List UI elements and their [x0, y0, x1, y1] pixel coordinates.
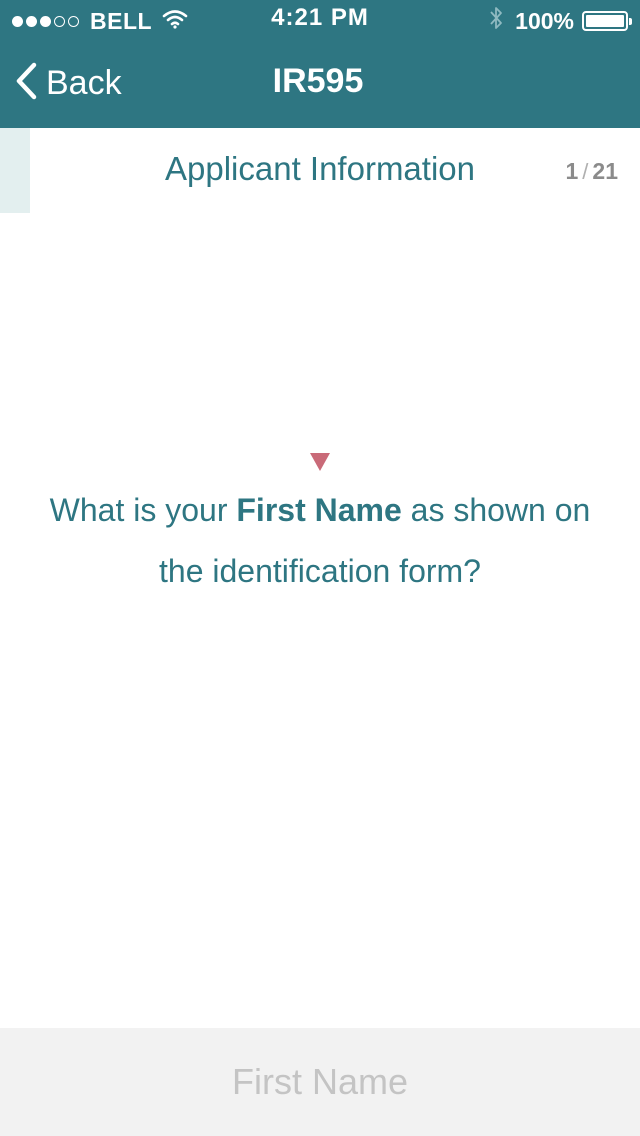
page-title: IR595 — [272, 62, 364, 100]
first-name-input[interactable] — [0, 1028, 640, 1136]
step-total: 21 — [592, 158, 618, 184]
status-bar: BELL 4:21 PM 100% — [0, 0, 640, 40]
battery-icon — [582, 11, 632, 31]
question-text: What is your First Name as shown on the … — [40, 480, 600, 602]
top-bar: BELL 4:21 PM 100% Back IR595 — [0, 0, 640, 128]
step-counter: 1 / 21 — [565, 158, 618, 185]
step-separator: / — [582, 159, 589, 184]
battery-percent: 100% — [515, 7, 574, 34]
question-emphasis: First Name — [236, 492, 402, 528]
status-right: 100% — [489, 5, 632, 37]
navigation-bar: Back IR595 — [0, 40, 640, 128]
question-prefix: What is your — [49, 492, 237, 528]
section-title: Applicant Information — [164, 150, 475, 187]
step-current: 1 — [565, 158, 579, 184]
bluetooth-icon — [489, 5, 503, 37]
question-pointer-icon — [310, 453, 330, 471]
input-bar — [0, 1028, 640, 1136]
